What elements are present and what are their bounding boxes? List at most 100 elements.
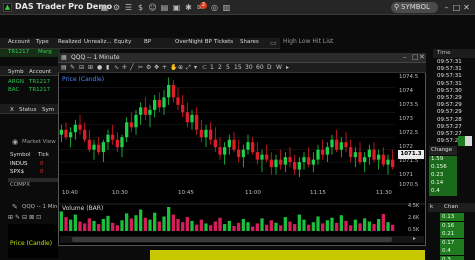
crosshair-icon[interactable]: ✛ [122,64,127,72]
y-tick-label: 1071 [399,172,413,178]
minimize-button[interactable]: – [442,3,451,12]
candle-body [241,149,245,158]
chart-close-button[interactable]: ✕ [419,53,425,61]
candle-body [279,159,283,165]
volume-bar [111,222,115,231]
more-options-icon[interactable]: ▸ [286,64,289,72]
col-header-status[interactable]: Status [19,107,37,113]
pencil-icon[interactable]: ✎ [70,64,75,72]
settings-tool-icon[interactable]: ⚙ [146,64,151,72]
user-icon[interactable]: ☺ [148,3,157,12]
layout-icon[interactable]: ▥ [222,3,231,12]
window-icon[interactable]: ▣ [172,3,181,12]
col-header-unrealized[interactable]: Unrealiz... [84,39,112,45]
zoom-in-icon[interactable]: ⊞ [88,64,93,72]
color-icon[interactable]: ● [97,64,102,72]
col-header-overnight-bp[interactable]: OverNight BP [175,39,212,45]
dollar-icon[interactable]: $ [136,3,145,12]
drag-icon[interactable]: ✥ [154,64,159,72]
volume-bar [363,218,367,231]
globe-icon[interactable]: ◎ [210,3,219,12]
chan-header-label[interactable]: Chan [444,204,458,210]
change-header[interactable]: Change [429,146,457,155]
position-symb[interactable]: BAC [8,87,19,93]
candle-body [176,97,180,105]
trade-icon[interactable]: ▤ [61,64,67,72]
settings-icon[interactable]: ✱ [184,3,193,12]
position-symb[interactable]: ARGN [8,79,24,85]
period-2[interactable]: 2 [218,64,222,72]
dropdown-icon[interactable]: ▾ [194,64,197,72]
col-header-mv-symbol[interactable]: Symbol [10,152,31,158]
col-header-realized[interactable]: Realized [58,39,81,45]
period-15[interactable]: 15 [234,64,242,72]
col-header-mv-tick[interactable]: Tick [38,152,49,158]
plus-icon[interactable]: + [162,64,167,72]
candle-body [269,159,273,168]
fit-icon[interactable]: ⤢ [186,64,191,72]
change-cell: 1.59 [429,156,457,164]
period-w[interactable]: W [276,64,282,72]
price-candle-label: Price (Candle) [62,76,105,83]
app-logo-icon: ▲ [3,3,12,12]
indicator-icon[interactable]: ∿ [114,64,119,72]
period-1[interactable]: 1 [210,64,214,72]
col-header-pos-account[interactable]: Account [29,69,51,75]
grid-icon[interactable]: ▦ [100,3,109,12]
volume-bar [372,224,376,231]
symbol-search-input[interactable]: ⚲ SYMBOL [391,2,438,13]
volume-bar [97,224,101,231]
candle-body [199,129,203,138]
col-header-bp[interactable]: BP [144,39,151,45]
scissors-icon[interactable]: ✂ [138,64,143,72]
x-tick-label: 10:40 [62,190,78,196]
link-icon[interactable]: ⊂ [202,64,207,72]
volume-bar [134,215,138,231]
col-header-equity[interactable]: Equity [114,39,131,45]
col-header-sym[interactable]: Sym [42,107,54,113]
chart-scrollbar-thumb[interactable] [72,237,392,242]
change-green-marker [458,136,465,146]
period-5[interactable]: 5 [226,64,230,72]
time-sales-row: 09:57:31 [437,80,462,87]
col-header-type[interactable]: Type [36,39,49,45]
volume-bar [83,223,87,231]
scroll-arrow-icon[interactable]: ▸ [413,235,416,242]
candle-body [157,99,161,108]
mv-scrollbar[interactable] [8,178,58,182]
list-icon[interactable]: ☰ [124,3,133,12]
mv-symbol-cell[interactable]: INDUS [10,161,28,167]
period-30[interactable]: 30 [245,64,253,72]
alert-icon[interactable]: ✋ [170,64,177,72]
maximize-button[interactable]: □ [452,3,461,12]
col-header-account[interactable]: Account [8,39,30,45]
candle-body [120,137,124,148]
col-header-shares[interactable]: Shares [240,39,259,45]
col-header-tickets[interactable]: Tickets [214,39,233,45]
time-sales-title[interactable]: Time [437,50,450,56]
mv-symbol-cell[interactable]: SPX$ [10,169,24,175]
candle-icon[interactable]: ▮ [106,64,109,72]
candle-body [92,144,96,150]
x-tick-label: 10:45 [178,190,194,196]
hlh-panel-title: High Low Hit List [283,38,334,45]
chan-cell: 0.13 [440,213,464,221]
candle-body [64,129,68,138]
period-60[interactable]: 60 [256,64,264,72]
chart-minimize-button[interactable]: – [403,53,407,61]
col-header-symb[interactable]: Symb [8,69,24,75]
zoom-out-icon[interactable]: ⊟ [79,64,84,72]
period-d[interactable]: D [267,64,272,72]
chart-icon[interactable]: ▤ [160,3,169,12]
chart-maximize-button[interactable]: □ [412,53,419,61]
gear-icon[interactable]: ⚙ [112,3,121,12]
line-tool-icon[interactable]: ╱ [130,64,134,72]
mini-chart-toolbar[interactable]: ⊞✎⊟⊠⊡ [8,214,43,221]
magnet-icon[interactable]: ⊕ [178,64,183,72]
chart-canvas[interactable] [59,73,425,235]
candle-body [386,159,390,165]
candle-body [87,139,91,150]
col-header-x[interactable]: X [10,107,14,113]
hlh-pin-icon[interactable]: ▭ [270,39,277,47]
close-button[interactable]: ✕ [462,3,471,12]
